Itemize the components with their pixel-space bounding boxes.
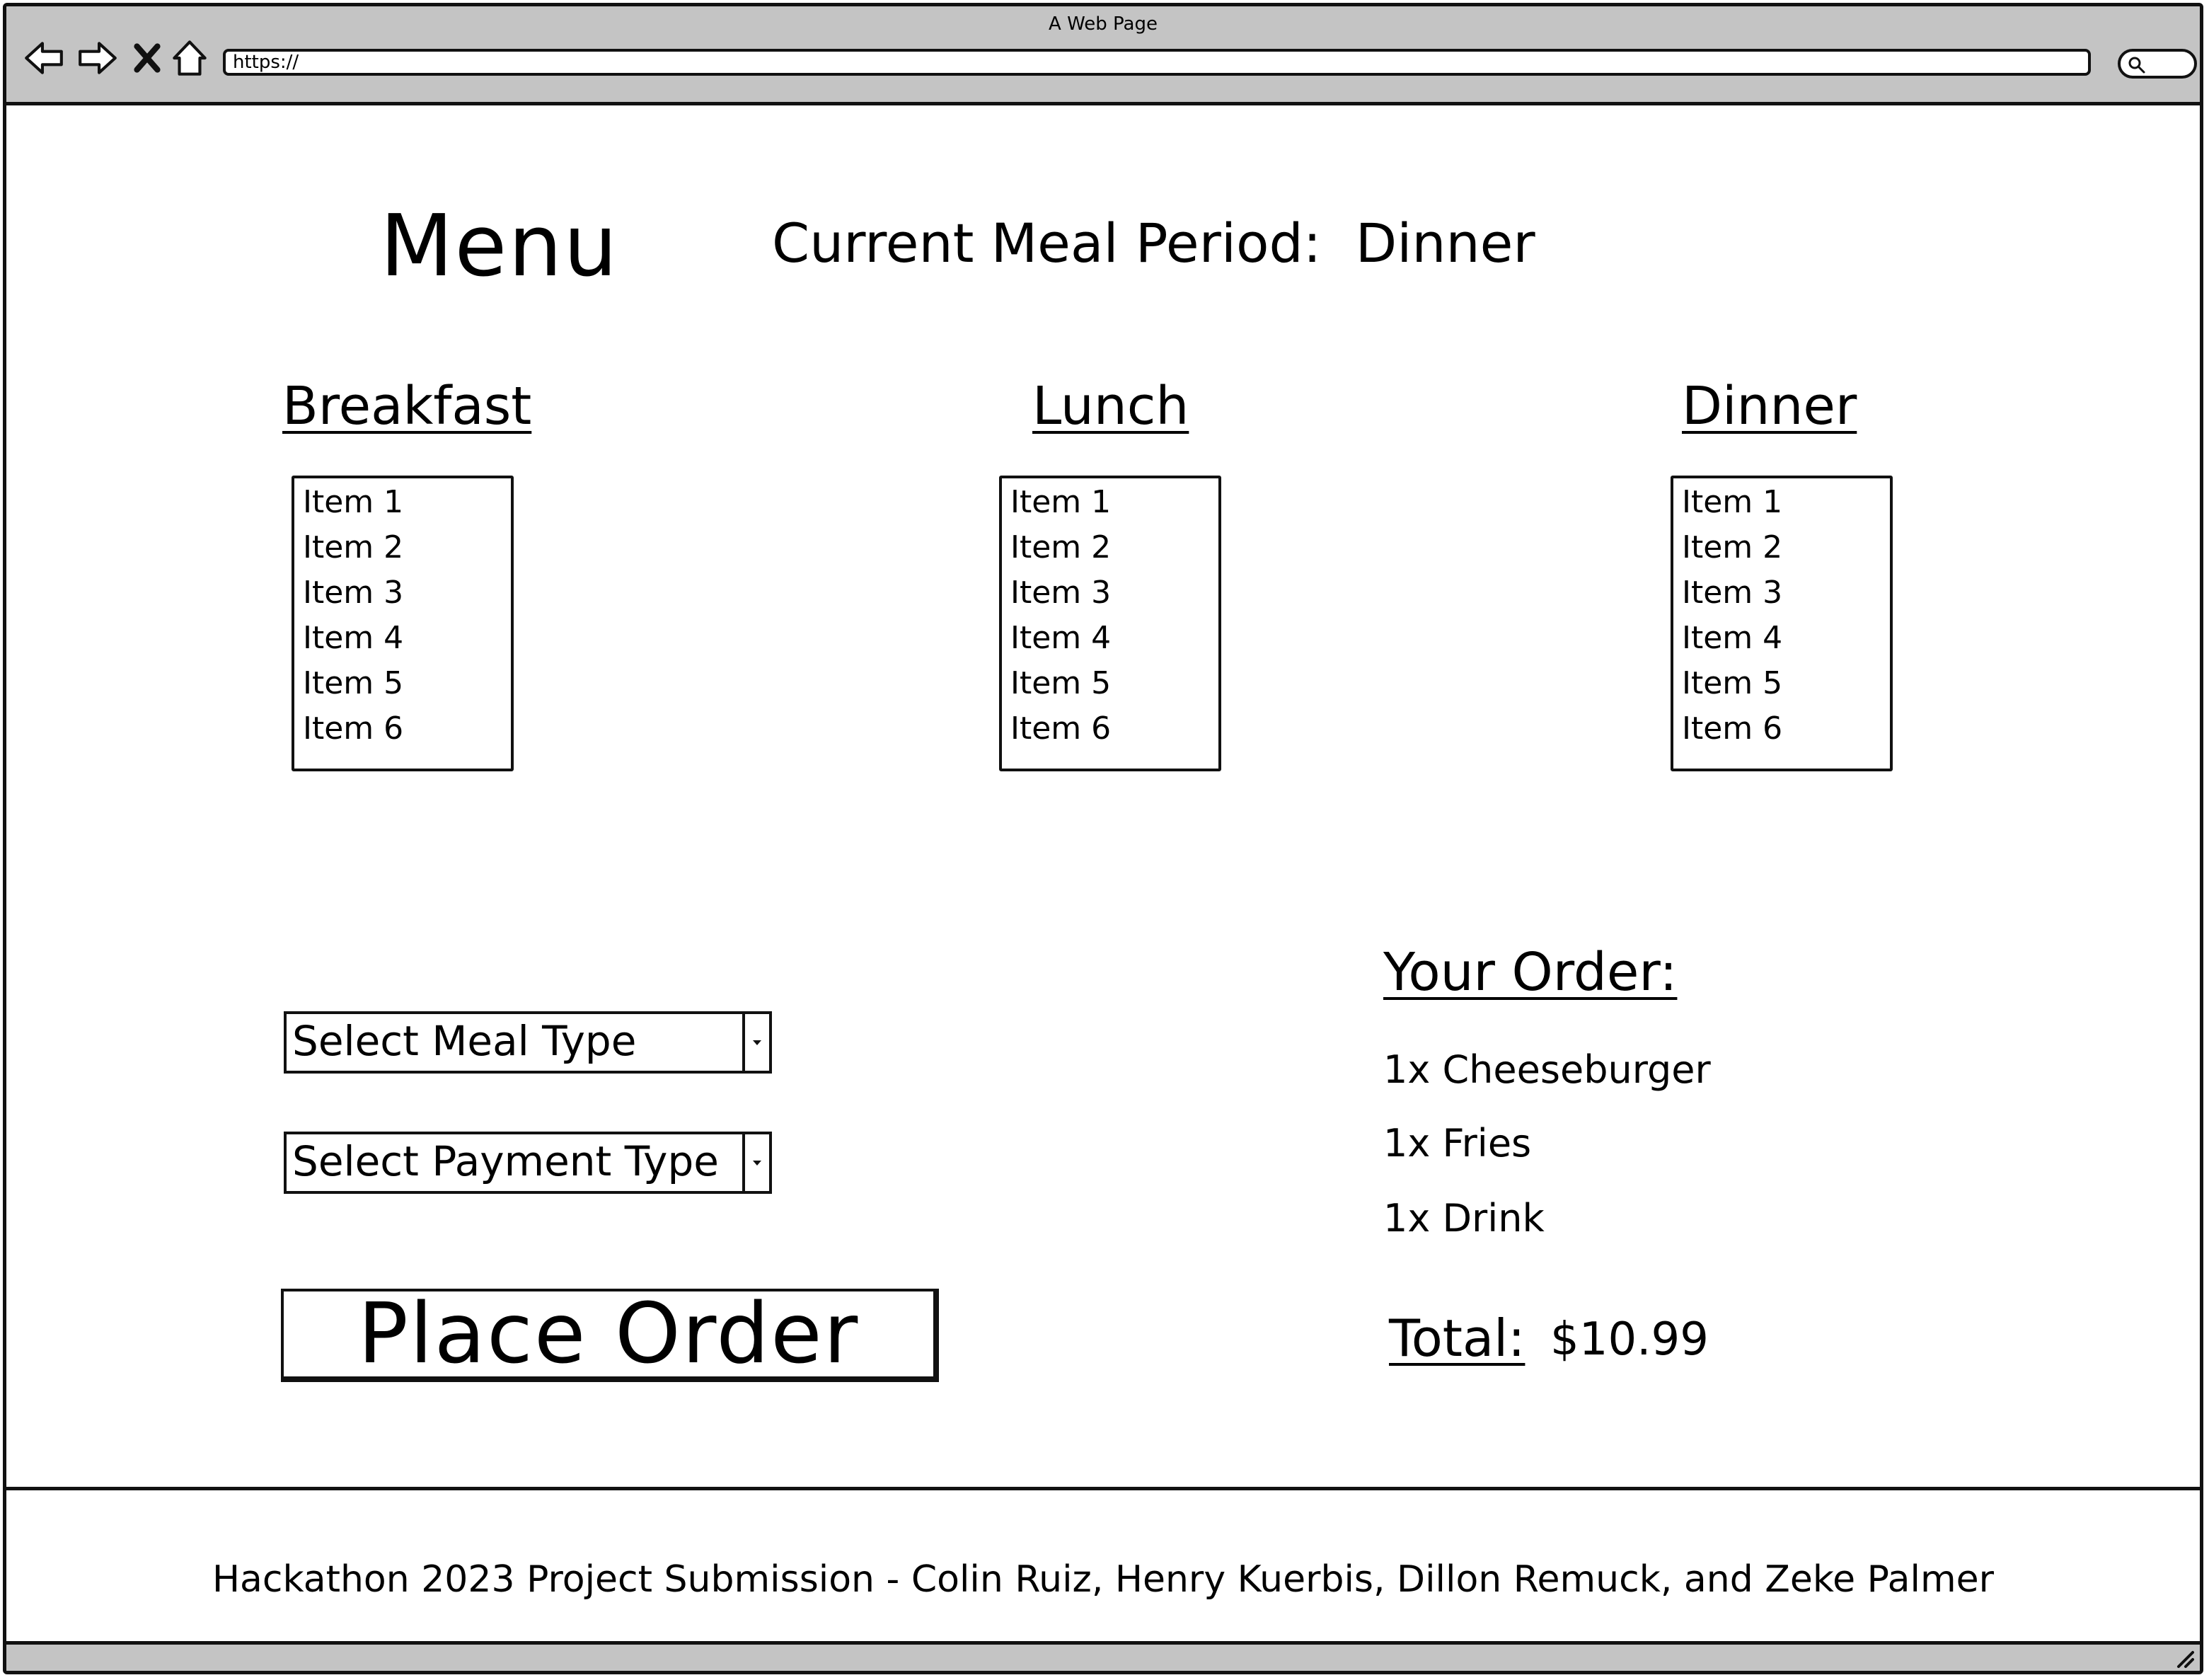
list-item[interactable]: Item 5: [1010, 661, 1210, 706]
meal-period-label: Current Meal Period:: [772, 212, 1322, 275]
order-item: 1x Drink: [1383, 1196, 1545, 1241]
list-item[interactable]: Item 3: [303, 570, 502, 616]
list-item[interactable]: Item 1: [303, 480, 502, 525]
list-item[interactable]: Item 6: [1010, 706, 1210, 752]
place-order-button[interactable]: Place Order: [281, 1289, 939, 1382]
browser-window: A Web Page https:// Menu Current Meal Pe…: [3, 3, 2203, 1674]
lunch-list[interactable]: Item 1 Item 2 Item 3 Item 4 Item 5 Item …: [999, 476, 1221, 771]
list-item[interactable]: Item 6: [1682, 706, 1881, 752]
payment-type-select-label: Select Payment Type: [292, 1137, 719, 1185]
footer-credits: Hackathon 2023 Project Submission - Coli…: [212, 1558, 1995, 1601]
status-bar: [6, 1641, 2200, 1671]
chevron-down-icon[interactable]: [742, 1134, 769, 1191]
breakfast-list[interactable]: Item 1 Item 2 Item 3 Item 4 Item 5 Item …: [292, 476, 514, 771]
page-title: Menu: [380, 197, 619, 296]
back-icon[interactable]: [22, 36, 66, 80]
breakfast-heading: Breakfast: [282, 376, 532, 437]
total-value: $10.99: [1550, 1313, 1709, 1366]
meal-period-value: Dinner: [1355, 212, 1535, 275]
meal-type-select-label: Select Meal Type: [292, 1017, 637, 1065]
payment-type-select[interactable]: Select Payment Type: [284, 1132, 772, 1194]
chevron-down-icon[interactable]: [742, 1014, 769, 1071]
your-order-heading: Your Order:: [1383, 942, 1678, 1003]
list-item[interactable]: Item 2: [1010, 525, 1210, 570]
list-item[interactable]: Item 2: [1682, 525, 1881, 570]
order-item: 1x Fries: [1383, 1121, 1532, 1166]
list-item[interactable]: Item 5: [303, 661, 502, 706]
browser-toolbar: A Web Page https://: [6, 6, 2200, 105]
list-item[interactable]: Item 4: [303, 616, 502, 661]
resize-grip-icon[interactable]: [2173, 1647, 2194, 1668]
list-item[interactable]: Item 6: [303, 706, 502, 752]
dinner-list[interactable]: Item 1 Item 2 Item 3 Item 4 Item 5 Item …: [1671, 476, 1893, 771]
list-item[interactable]: Item 3: [1682, 570, 1881, 616]
list-item[interactable]: Item 4: [1682, 616, 1881, 661]
list-item[interactable]: Item 4: [1010, 616, 1210, 661]
forward-icon[interactable]: [76, 36, 120, 80]
list-item[interactable]: Item 1: [1010, 480, 1210, 525]
address-bar[interactable]: https://: [223, 49, 2091, 76]
list-item[interactable]: Item 1: [1682, 480, 1881, 525]
search-field[interactable]: [2118, 49, 2197, 79]
order-item: 1x Cheeseburger: [1383, 1047, 1711, 1092]
current-meal-period: Current Meal Period: Dinner: [772, 212, 1535, 275]
home-icon[interactable]: [171, 36, 209, 80]
dinner-heading: Dinner: [1682, 376, 1857, 437]
lunch-heading: Lunch: [1032, 376, 1189, 437]
list-item[interactable]: Item 3: [1010, 570, 1210, 616]
total-label: Total:: [1389, 1308, 1525, 1368]
list-item[interactable]: Item 2: [303, 525, 502, 570]
stop-icon[interactable]: [132, 36, 162, 80]
window-title: A Web Page: [1049, 13, 1158, 35]
footer-divider: [6, 1487, 2200, 1490]
search-icon: [2128, 57, 2145, 74]
meal-type-select[interactable]: Select Meal Type: [284, 1011, 772, 1074]
list-item[interactable]: Item 5: [1682, 661, 1881, 706]
